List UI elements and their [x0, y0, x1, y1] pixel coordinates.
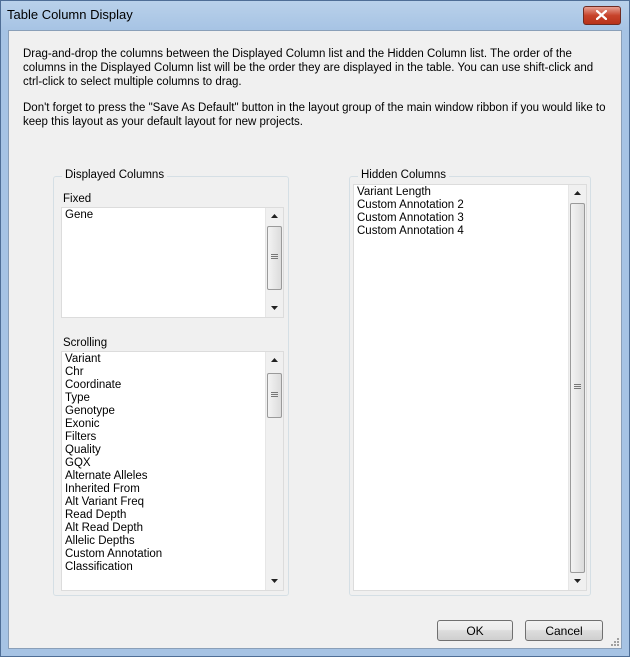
instructions-paragraph-2: Don't forget to press the "Save As Defau… [23, 102, 606, 128]
list-item[interactable]: Custom Annotation [63, 548, 283, 561]
scroll-up-arrow-icon [271, 214, 278, 218]
dialog-window: Table Column Display Drag-and-drop the c… [0, 0, 630, 657]
close-button[interactable] [583, 6, 621, 25]
list-item[interactable]: Quality [63, 444, 283, 457]
scroll-down-button[interactable] [569, 573, 586, 590]
scroll-down-button[interactable] [266, 573, 283, 590]
ok-button[interactable]: OK [437, 620, 513, 641]
instructions: Drag-and-drop the columns between the Di… [23, 47, 613, 141]
close-icon [596, 10, 607, 20]
instructions-paragraph-1: Drag-and-drop the columns between the Di… [23, 48, 594, 88]
scroll-up-button[interactable] [266, 352, 283, 369]
scrolling-label: Scrolling [63, 337, 108, 349]
scroll-up-button[interactable] [266, 208, 283, 225]
list-item[interactable]: Coordinate [63, 379, 283, 392]
hidden-list-scrollbar[interactable] [568, 185, 586, 590]
scrolling-list-scrollbar[interactable] [265, 352, 283, 590]
window-title: Table Column Display [7, 7, 133, 22]
scroll-down-button[interactable] [266, 300, 283, 317]
list-item[interactable]: GQX [63, 457, 283, 470]
list-item[interactable]: Type [63, 392, 283, 405]
list-item[interactable]: Inherited From [63, 483, 283, 496]
fixed-columns-list[interactable]: Gene [61, 207, 284, 318]
scroll-up-button[interactable] [569, 185, 586, 202]
list-item[interactable]: Classification [63, 561, 283, 574]
list-item[interactable]: Variant Length [355, 186, 586, 199]
list-item[interactable]: Chr [63, 366, 283, 379]
hidden-columns-list[interactable]: Variant Length Custom Annotation 2 Custom … [353, 184, 587, 591]
list-item[interactable]: Alternate Alleles [63, 470, 283, 483]
scroll-thumb[interactable] [570, 203, 585, 573]
fixed-list-scrollbar[interactable] [265, 208, 283, 317]
list-item[interactable]: Custom Annotation 4 [355, 225, 586, 238]
scroll-thumb[interactable] [267, 226, 282, 290]
list-item[interactable]: Filters [63, 431, 283, 444]
list-item[interactable]: Alt Variant Freq [63, 496, 283, 509]
hidden-columns-label: Hidden Columns [358, 169, 450, 181]
list-item[interactable]: Alt Read Depth [63, 522, 283, 535]
list-item[interactable]: Allelic Depths [63, 535, 283, 548]
scroll-down-arrow-icon [271, 579, 278, 583]
scroll-thumb[interactable] [267, 373, 282, 418]
list-item[interactable]: Genotype [63, 405, 283, 418]
scrolling-columns-list[interactable]: Variant Chr Coordinate Type Genotype Exonic Fi… [61, 351, 284, 591]
fixed-label: Fixed [63, 193, 92, 205]
list-item[interactable]: Variant [63, 353, 283, 366]
scroll-down-arrow-icon [271, 306, 278, 310]
title-bar[interactable]: Table Column Display [1, 1, 629, 29]
list-item[interactable]: Exonic [63, 418, 283, 431]
list-item[interactable]: Gene [63, 209, 283, 222]
list-item[interactable]: Custom Annotation 2 [355, 199, 586, 212]
scroll-up-arrow-icon [574, 191, 581, 195]
scroll-up-arrow-icon [271, 358, 278, 362]
scroll-down-arrow-icon [574, 579, 581, 583]
list-item[interactable]: Read Depth [63, 509, 283, 522]
list-item[interactable]: Custom Annotation 3 [355, 212, 586, 225]
resize-grip-icon[interactable] [609, 636, 619, 646]
dialog-body: Drag-and-drop the columns between the Di… [8, 30, 622, 649]
displayed-columns-label: Displayed Columns [62, 169, 168, 181]
cancel-button[interactable]: Cancel [525, 620, 603, 641]
